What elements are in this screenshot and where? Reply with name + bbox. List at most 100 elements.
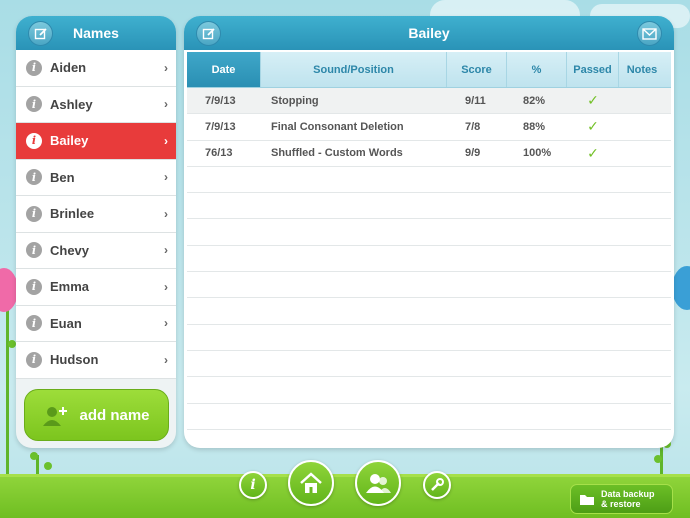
cell-passed: ✓ <box>567 145 619 162</box>
checkmark-icon: ✓ <box>587 118 599 135</box>
sidebar-item-label: Euan <box>50 315 82 331</box>
email-button[interactable] <box>637 21 662 46</box>
results-panel: Bailey Date Sound/Position Score% Passed Not… <box>184 16 674 448</box>
info-icon[interactable]: i <box>26 132 42 149</box>
data-backup-button[interactable]: Data backup & restore <box>570 484 673 514</box>
names-list: i Aiden › i Ashley › i Bailey › i Ben › i Brinlee › i Ch… <box>16 50 176 379</box>
info-icon[interactable]: i <box>26 242 42 259</box>
sidebar-item-brinlee[interactable]: i Brinlee › <box>16 196 176 233</box>
table-row <box>187 351 671 378</box>
results-table-header: Date Sound/Position Score% Passed Notes <box>187 52 671 88</box>
sidebar-item-ashley[interactable]: i Ashley › <box>16 86 176 123</box>
edit-names-button[interactable] <box>28 21 53 46</box>
sidebar-item-ben[interactable]: i Ben › <box>16 159 176 196</box>
results-table-body: 7/9/13 Stopping 9/11 82% ✓ 7/9/13 Final Conson… <box>184 88 674 430</box>
table-row <box>187 219 671 246</box>
add-name-label: add name <box>79 406 150 424</box>
cell-percent: 88% <box>523 120 546 133</box>
cell-date: 7/9/13 <box>205 94 236 107</box>
plant-leaf <box>8 340 16 348</box>
pencil-edit-icon <box>202 27 215 39</box>
sidebar-item-label: Ben <box>50 169 75 185</box>
column-header-date[interactable]: Date <box>187 52 261 87</box>
settings-button[interactable] <box>423 471 451 499</box>
table-row <box>187 272 671 299</box>
info-icon[interactable]: i <box>26 205 42 222</box>
info-icon[interactable]: i <box>26 169 42 186</box>
sidebar-item-label: Brinlee <box>50 206 95 222</box>
pencil-edit-icon <box>34 27 47 39</box>
info-icon[interactable]: i <box>26 96 42 113</box>
names-title: Names <box>73 25 119 41</box>
table-row[interactable]: 7/9/13 Stopping 9/11 82% ✓ <box>187 88 671 115</box>
cell-sound: Shuffled - Custom Words <box>271 147 403 160</box>
users-icon <box>366 474 391 493</box>
chevron-right-icon: › <box>164 170 168 185</box>
sidebar-item-aiden[interactable]: i Aiden › <box>16 50 176 87</box>
table-row <box>187 325 671 351</box>
info-icon[interactable]: i <box>26 351 42 368</box>
sidebar-item-label: Chevy <box>50 242 90 258</box>
chevron-right-icon: › <box>164 133 168 148</box>
cell-percent: 82% <box>523 94 546 107</box>
plant-leaf <box>654 455 662 463</box>
add-user-icon <box>43 407 68 426</box>
sidebar-item-bailey[interactable]: i Bailey › <box>16 123 176 160</box>
chevron-right-icon: › <box>164 316 168 331</box>
cell-score: 7/8 <box>465 120 481 133</box>
table-row <box>187 298 671 325</box>
sidebar-item-euan[interactable]: i Euan › <box>16 305 176 342</box>
chevron-right-icon: › <box>164 352 168 367</box>
sidebar-item-label: Emma <box>50 279 90 295</box>
info-icon[interactable]: i <box>26 59 42 76</box>
sidebar-item-emma[interactable]: i Emma › <box>16 269 176 306</box>
plant-leaf <box>30 452 38 460</box>
table-row <box>187 193 671 220</box>
folder-icon <box>580 495 594 505</box>
sidebar-item-label: Hudson <box>50 352 99 368</box>
info-icon[interactable]: i <box>26 315 42 332</box>
cell-score: 9/11 <box>465 94 486 107</box>
cell-sound: Stopping <box>271 94 319 107</box>
names-panel: Names i Aiden › i Ashley › i Bailey › i Ben › i Brinl… <box>16 16 176 448</box>
table-row[interactable]: 76/13 Shuffled - Custom Words 9/9 100% ✓ <box>187 141 671 167</box>
table-row <box>187 167 671 194</box>
column-header-sound-position[interactable]: Sound/Position <box>261 52 447 87</box>
cell-date: 7/9/13 <box>205 120 236 133</box>
column-header-passed[interactable]: Passed <box>567 52 619 87</box>
cell-date: 76/13 <box>205 147 233 160</box>
table-row <box>187 404 671 430</box>
column-header-score[interactable]: Score <box>447 52 507 87</box>
checkmark-icon: ✓ <box>587 144 599 161</box>
users-button[interactable] <box>355 460 401 506</box>
info-icon: i <box>250 477 256 493</box>
column-header-[interactable]: % <box>507 52 567 87</box>
sidebar-item-chevy[interactable]: i Chevy › <box>16 232 176 269</box>
edit-results-button[interactable] <box>196 21 221 46</box>
chevron-right-icon: › <box>164 206 168 221</box>
results-header: Bailey <box>184 16 674 50</box>
info-icon[interactable]: i <box>26 278 42 295</box>
cell-percent: 100% <box>523 147 552 160</box>
sidebar-item-hudson[interactable]: i Hudson › <box>16 342 176 379</box>
cell-passed: ✓ <box>567 92 619 109</box>
plant-leaf <box>44 462 52 470</box>
student-name-title: Bailey <box>408 25 450 41</box>
names-header: Names <box>16 16 176 50</box>
chevron-right-icon: › <box>164 279 168 294</box>
add-name-button[interactable]: add name <box>24 389 169 441</box>
checkmark-icon: ✓ <box>587 92 599 109</box>
chevron-right-icon: › <box>164 60 168 75</box>
table-row <box>187 377 671 404</box>
table-row[interactable]: 7/9/13 Final Consonant Deletion 7/8 88% ✓ <box>187 114 671 141</box>
blue-bubble-decoration <box>672 266 690 310</box>
backup-label: Data backup & restore <box>601 489 655 509</box>
column-header-notes[interactable]: Notes <box>619 52 665 87</box>
sidebar-item-label: Ashley <box>50 96 93 112</box>
wrench-icon <box>431 478 444 491</box>
home-button[interactable] <box>288 460 334 506</box>
cell-sound: Final Consonant Deletion <box>271 120 404 133</box>
chevron-right-icon: › <box>164 97 168 112</box>
sidebar-item-label: Aiden <box>50 60 87 76</box>
info-button[interactable]: i <box>239 471 267 499</box>
